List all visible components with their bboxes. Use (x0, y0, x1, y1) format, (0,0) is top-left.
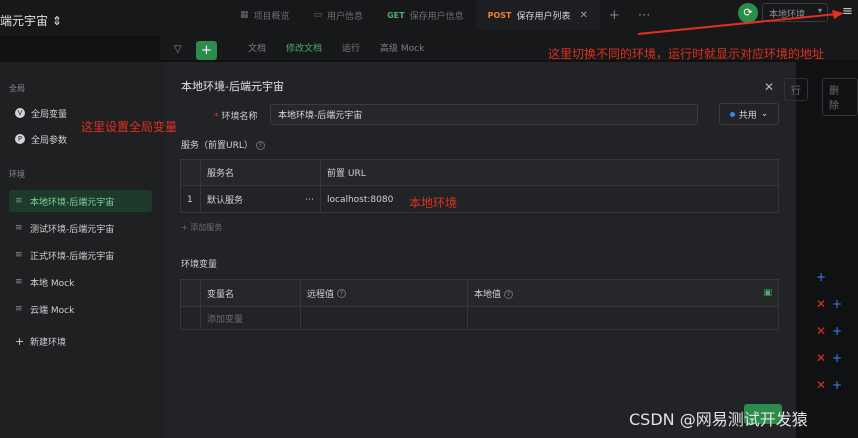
tab-save-user-info[interactable]: GET 保存用户信息 (375, 0, 476, 30)
services-title: 服务（前置URL）? (181, 138, 265, 151)
watermark: CSDN @网易测试开发猿 (629, 410, 808, 429)
tab-user-info[interactable]: ▭ 用户信息 (302, 0, 376, 30)
section-title-global: 全局 (9, 84, 25, 93)
sidebar-item-env-local-mock[interactable]: ≡ 本地 Mock (9, 271, 152, 293)
share-dot-icon (729, 111, 735, 117)
more-icon[interactable]: ⋯ (305, 195, 314, 205)
plus-icon: + (832, 351, 843, 365)
env-name-label: * 环境名称 (214, 112, 258, 122)
plus-icon: + (832, 378, 843, 392)
column-header: 变量名 (201, 280, 301, 306)
service-name: 默认服务 (207, 196, 244, 206)
table-header: 变量名 远程值? 本地值? ▣ (181, 280, 778, 307)
doc-tabs: 文档 修改文档 运行 高级 Mock (238, 41, 434, 54)
help-icon[interactable]: ? (255, 141, 265, 150)
help-icon[interactable]: ? (337, 288, 347, 298)
tab-run[interactable]: 运行 (332, 41, 370, 54)
plus-icon: + (832, 297, 843, 311)
tab-edit-doc[interactable]: 修改文档 (276, 41, 332, 54)
annotation-global-var: 这里设置全局变量 (81, 120, 178, 134)
folder-icon: ▭ (313, 10, 323, 20)
help-icon[interactable]: ? (504, 289, 514, 299)
list-icon: ≡ (15, 222, 23, 233)
sidebar-item-env-cloud-mock[interactable]: ≡ 云端 Mock (9, 298, 152, 320)
share-select[interactable]: 共用 ⌄ (719, 103, 779, 125)
close-icon: ✕ (816, 378, 827, 392)
grid-icon: ▦ (240, 10, 249, 20)
column-header: 服务名 (201, 160, 321, 185)
add-service-button[interactable]: + 添加服务 (181, 222, 222, 233)
tab-doc[interactable]: 文档 (238, 41, 276, 54)
close-icon: ✕ (816, 324, 827, 338)
add-variable-input[interactable]: 添加变量 (201, 307, 301, 330)
annotation-switch-env: 这里切换不同的环境，运行时就显示对应环境的地址 (548, 47, 825, 61)
list-icon: ≡ (15, 303, 23, 314)
edit-icon[interactable]: ▣ (763, 288, 772, 298)
project-selector[interactable]: 端元宇宙 ⇕ (0, 12, 62, 29)
env-vars-table: 变量名 远程值? 本地值? ▣ 添加变量 (180, 279, 779, 330)
services-table: 服务名 前置 URL 1 默认服务 ⋯ localhost:8080 (180, 159, 779, 213)
add-button[interactable]: + (196, 41, 217, 60)
sidebar-item-env-local[interactable]: ≡ 本地环境-后端元宇宙 (9, 190, 152, 212)
param-icon: P (15, 134, 25, 144)
chevron-down-icon: ⌄ (760, 109, 769, 119)
plus-icon: + (832, 324, 843, 338)
list-icon: ≡ (15, 249, 23, 260)
method-badge: GET (387, 10, 405, 20)
plus-icon: + (816, 270, 827, 284)
delete-button: 删 除 (822, 78, 858, 116)
table-row[interactable]: 添加变量 (181, 307, 778, 330)
add-tab-icon[interactable]: + (600, 8, 629, 23)
sidebar-item-env-test[interactable]: ≡ 测试环境-后端元宇宙 (9, 217, 152, 239)
env-vars-title: 环境变量 (181, 260, 218, 270)
filter-icon[interactable]: ▽ (174, 44, 182, 55)
list-icon: ≡ (15, 276, 23, 287)
variable-icon: V (15, 108, 25, 118)
annotation-local-env: 本地环境 (409, 196, 458, 210)
new-environment-button[interactable]: + 新建环境 (9, 330, 152, 352)
sidebar-item-env-prod[interactable]: ≡ 正式环境-后端元宇宙 (9, 244, 152, 266)
section-title-env: 环境 (9, 170, 25, 179)
column-header: 前置 URL (327, 169, 366, 179)
table-row[interactable]: 1 默认服务 ⋯ localhost:8080 (181, 186, 778, 213)
close-icon: ✕ (816, 351, 827, 365)
close-icon: ✕ (816, 297, 827, 311)
method-badge: POST (487, 10, 512, 20)
service-url: localhost:8080 (327, 194, 394, 205)
tab-advanced-mock[interactable]: 高级 Mock (370, 41, 434, 54)
list-icon: ≡ (15, 195, 23, 206)
column-header: 远程值? (301, 280, 468, 306)
close-icon[interactable]: ✕ (579, 10, 587, 21)
panel-title: 本地环境-后端元宇宙 (181, 80, 284, 93)
tab-project-overview[interactable]: ▦ 项目概览 (228, 0, 302, 30)
close-icon[interactable]: ✕ (764, 80, 774, 94)
table-header: 服务名 前置 URL (181, 160, 778, 186)
plus-icon: + (15, 334, 25, 348)
column-header: 本地值? ▣ (474, 288, 772, 300)
env-name-input[interactable] (270, 104, 698, 125)
background-button: 行 (784, 78, 808, 101)
tab-save-user-list[interactable]: POST 保存用户列表 ✕ (475, 0, 600, 30)
request-tabs: ▦ 项目概览 ▭ 用户信息 GET 保存用户信息 POST 保存用户列表 ✕ +… (228, 0, 660, 30)
